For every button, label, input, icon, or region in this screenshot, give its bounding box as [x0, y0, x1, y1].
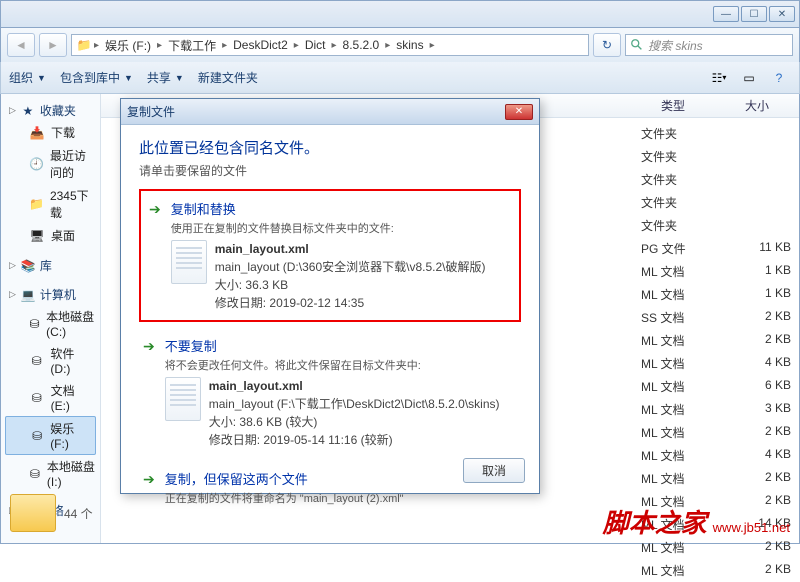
newfolder-button[interactable]: 新建文件夹	[198, 69, 258, 86]
favorites-header[interactable]: ▷★收藏夹	[1, 100, 100, 121]
minimize-button[interactable]: —	[713, 6, 739, 22]
option-dont-copy[interactable]: ➔ 不要复制 将不会更改任何文件。将此文件保留在目标文件夹中: main_lay…	[139, 330, 521, 455]
arrow-icon: ➔	[143, 336, 155, 449]
drive-d[interactable]: ⛁软件 (D:)	[1, 342, 100, 379]
bc-1[interactable]: 下载工作	[164, 35, 220, 56]
cancel-button[interactable]: 取消	[463, 458, 525, 483]
item-count: 44 个	[64, 505, 93, 522]
drive-c[interactable]: ⛁本地磁盘 (C:)	[1, 305, 100, 342]
forward-button[interactable]: ►	[39, 33, 67, 57]
fav-downloads[interactable]: 📥下载	[1, 121, 100, 144]
file-icon	[165, 377, 201, 421]
table-row[interactable]: ML 文档2 KB	[101, 559, 799, 582]
option-copy-replace[interactable]: ➔ 复制和替换 使用正在复制的文件替换目标文件夹中的文件: main_layou…	[139, 189, 521, 322]
bc-4[interactable]: 8.5.2.0	[339, 36, 384, 54]
copy-file-dialog: 复制文件 ✕ 此位置已经包含同名文件。 请单击要保留的文件 ➔ 复制和替换 使用…	[120, 98, 540, 494]
sidebar: ▷★收藏夹 📥下载 🕘最近访问的 📁2345下载 🖥桌面 ▷📚库 ▷💻计算机 ⛁…	[1, 94, 101, 543]
libraries-header[interactable]: ▷📚库	[1, 255, 100, 276]
fav-recent[interactable]: 🕘最近访问的	[1, 144, 100, 184]
breadcrumb[interactable]: 📁 ▸ 娱乐 (F:)▸ 下载工作▸ DeskDict2▸ Dict▸ 8.5.…	[71, 34, 589, 56]
computer-header[interactable]: ▷💻计算机	[1, 284, 100, 305]
library-icon: 📚	[20, 258, 36, 274]
fav-2345[interactable]: 📁2345下载	[1, 184, 100, 224]
drive-icon: ⛁	[29, 390, 45, 406]
help-button[interactable]: ?	[767, 68, 791, 88]
drive-icon: ⛁	[29, 466, 41, 482]
arrow-icon: ➔	[149, 199, 161, 312]
include-menu[interactable]: 包含到库中▼	[60, 69, 133, 86]
back-button[interactable]: ◄	[7, 33, 35, 57]
close-button[interactable]: ✕	[769, 6, 795, 22]
preview-pane-button[interactable]: ▭	[737, 68, 761, 88]
window-titlebar: — ☐ ✕	[0, 0, 800, 28]
folder-preview-icon	[10, 494, 56, 532]
search-input[interactable]: 搜索 skins	[625, 34, 793, 56]
dialog-close-button[interactable]: ✕	[505, 104, 533, 120]
watermark: 脚本之家 www.jb51.net	[603, 503, 790, 540]
star-icon: ★	[20, 103, 36, 119]
status-bar: 44 个	[10, 494, 93, 532]
bc-3[interactable]: Dict	[301, 36, 330, 54]
share-menu[interactable]: 共享▼	[147, 69, 184, 86]
desktop-icon: 🖥	[29, 228, 45, 244]
col-type[interactable]: 类型	[631, 97, 715, 114]
search-icon	[630, 38, 644, 52]
file-icon	[171, 240, 207, 284]
drive-icon: ⛁	[29, 316, 40, 332]
view-button[interactable]: ☷▾	[707, 68, 731, 88]
folder-icon: 📁	[29, 196, 44, 212]
drive-f[interactable]: ⛁娱乐 (F:)	[5, 416, 96, 455]
bc-0[interactable]: 娱乐 (F:)	[101, 35, 155, 56]
drive-icon: ⛁	[30, 428, 44, 444]
drive-i[interactable]: ⛁本地磁盘 (I:)	[1, 455, 100, 492]
recent-icon: 🕘	[29, 156, 44, 172]
toolbar: 组织▼ 包含到库中▼ 共享▼ 新建文件夹 ☷▾ ▭ ?	[0, 62, 800, 94]
maximize-button[interactable]: ☐	[741, 6, 767, 22]
folder-icon: 📁	[76, 37, 92, 53]
fav-desktop[interactable]: 🖥桌面	[1, 224, 100, 247]
refresh-button[interactable]: ↻	[593, 33, 621, 57]
dialog-titlebar: 复制文件 ✕	[121, 99, 539, 125]
organize-menu[interactable]: 组织▼	[9, 69, 46, 86]
drive-icon: ⛁	[29, 353, 44, 369]
arrow-icon: ➔	[143, 469, 155, 510]
folder-icon: 📥	[29, 125, 45, 141]
dialog-heading: 此位置已经包含同名文件。	[139, 137, 521, 158]
col-size[interactable]: 大小	[715, 97, 799, 114]
computer-icon: 💻	[20, 287, 36, 303]
dialog-title: 复制文件	[127, 103, 505, 120]
bc-5[interactable]: skins	[392, 36, 427, 54]
nav-bar: ◄ ► 📁 ▸ 娱乐 (F:)▸ 下载工作▸ DeskDict2▸ Dict▸ …	[0, 28, 800, 62]
drive-e[interactable]: ⛁文档 (E:)	[1, 379, 100, 416]
bc-2[interactable]: DeskDict2	[229, 36, 292, 54]
dialog-subheading: 请单击要保留的文件	[139, 162, 521, 179]
